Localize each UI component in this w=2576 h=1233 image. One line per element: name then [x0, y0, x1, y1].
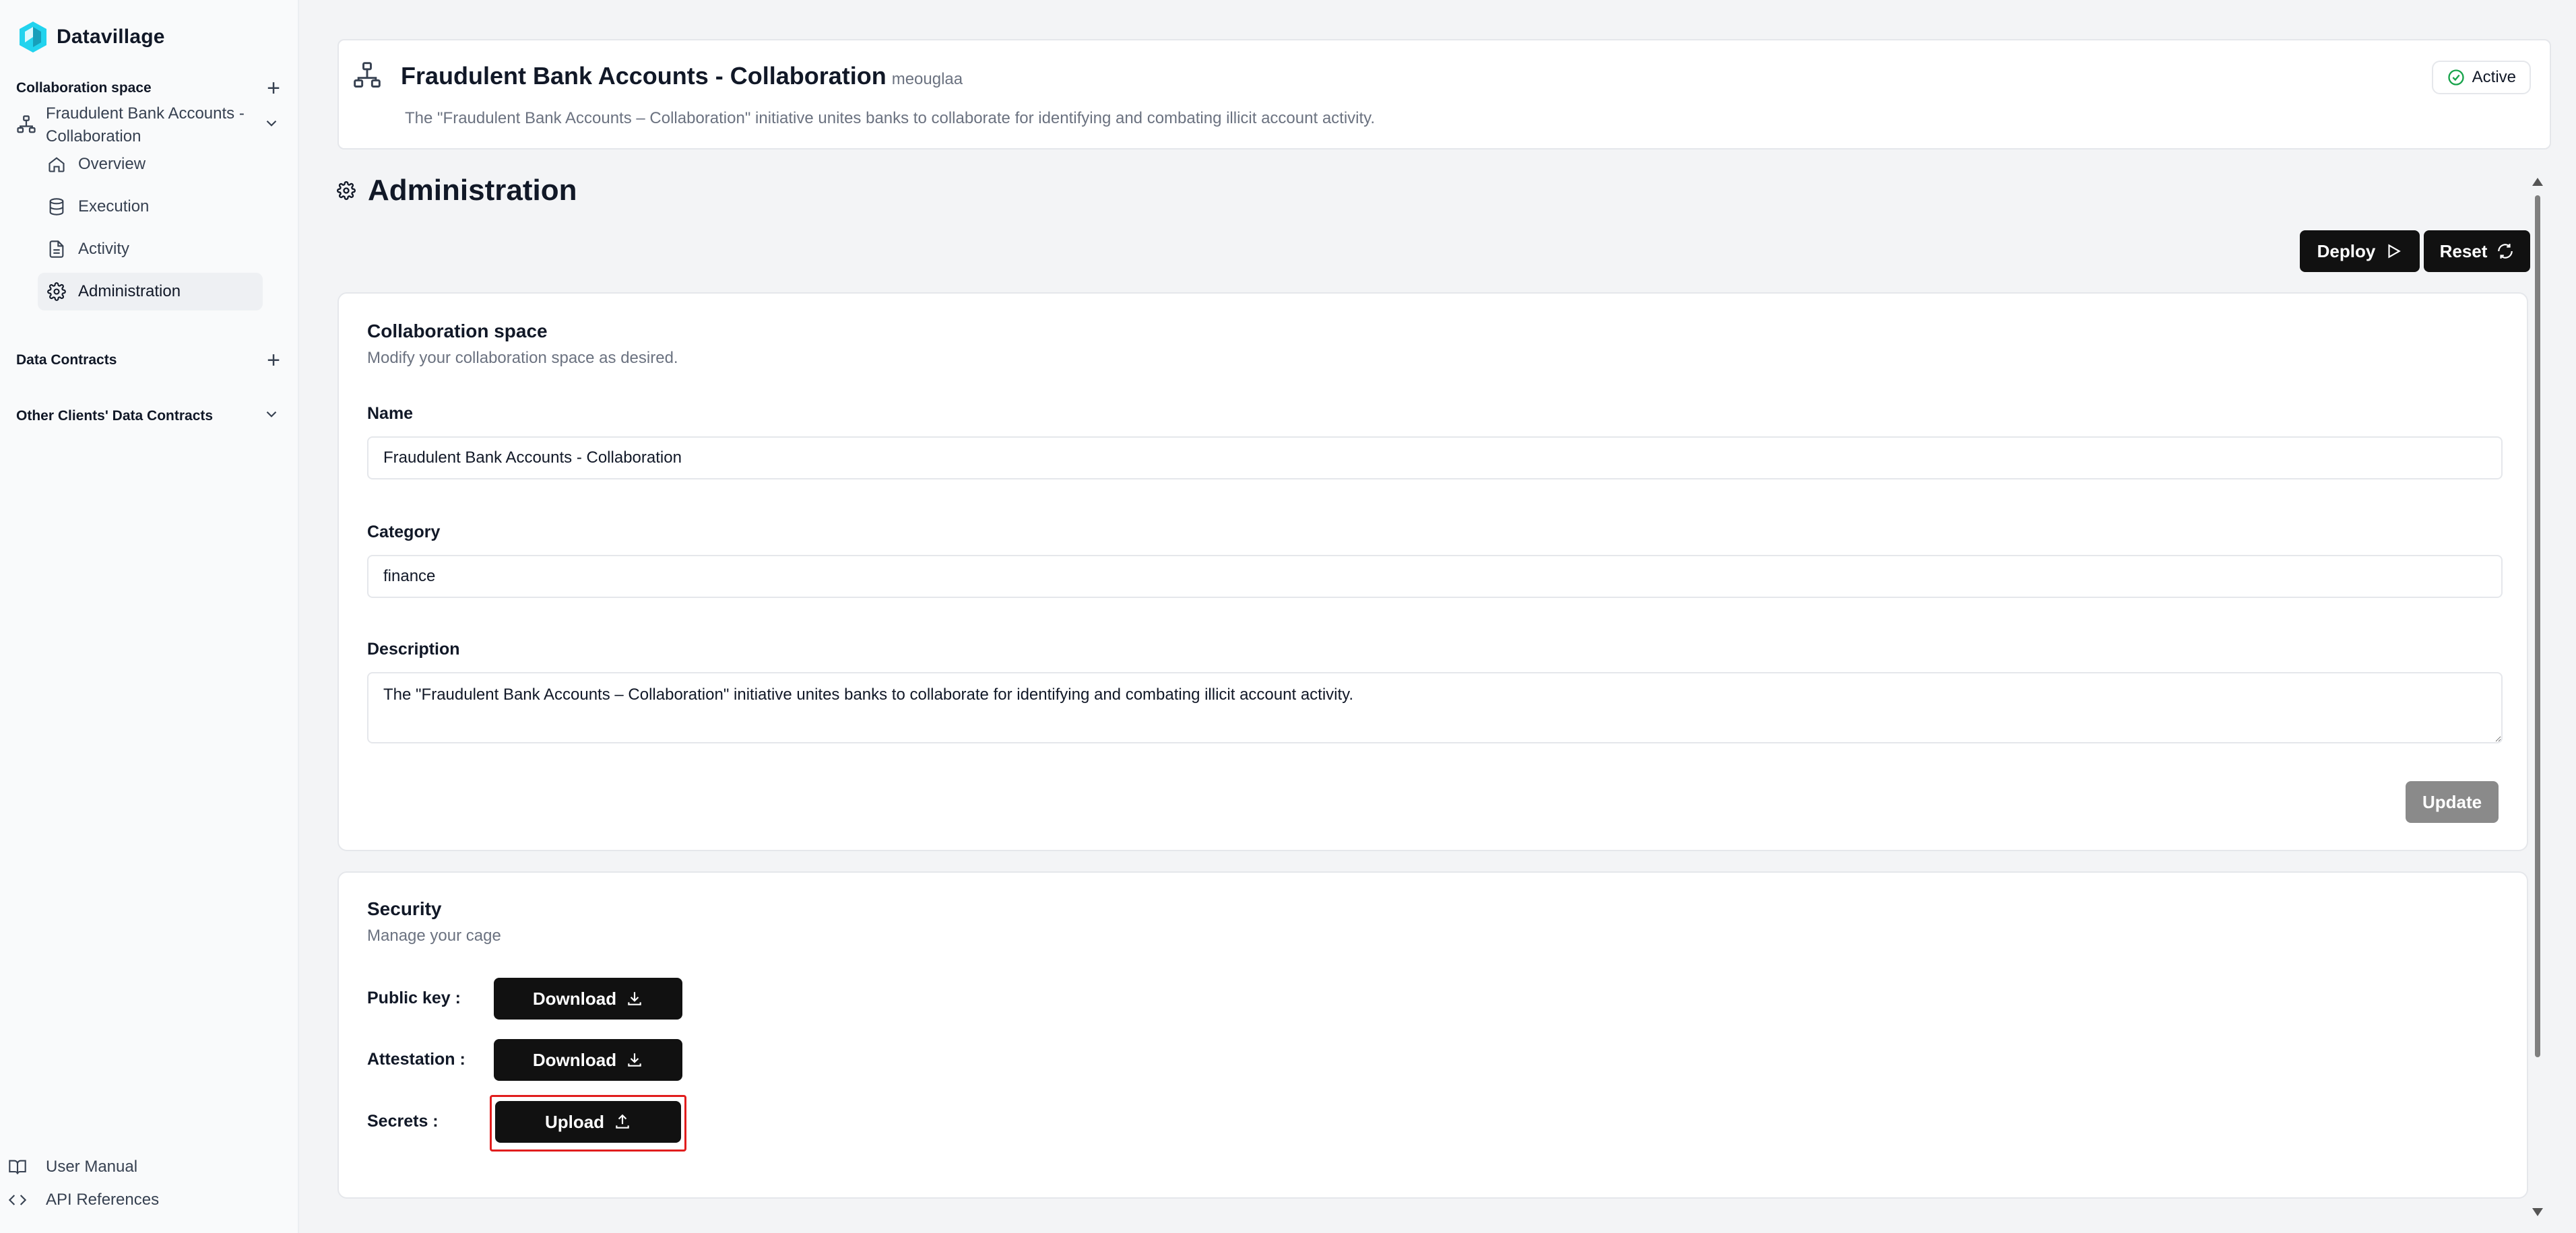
brand-name: Datavillage	[57, 26, 165, 48]
security-card-title: Security	[367, 898, 442, 919]
name-input[interactable]	[367, 436, 2503, 479]
name-label: Name	[367, 404, 414, 423]
chevron-down-icon[interactable]	[263, 102, 280, 139]
collab-section-header: Collaboration space +	[16, 77, 280, 100]
sidebar-item-activity[interactable]: Activity	[38, 230, 263, 268]
datavillage-logo-icon	[20, 22, 46, 53]
data-contracts-title: Data Contracts	[16, 352, 117, 368]
user-manual-link[interactable]: User Manual	[8, 1158, 137, 1176]
collab-settings-card: Collaboration space Modify your collabor…	[337, 292, 2528, 851]
api-references-link[interactable]: API References	[8, 1191, 159, 1209]
collab-card-title: Collaboration space	[367, 321, 548, 341]
update-button[interactable]: Update	[2406, 781, 2499, 823]
upload-icon	[616, 1114, 629, 1129]
data-contracts-header[interactable]: Data Contracts +	[16, 349, 280, 372]
api-references-label: API References	[46, 1191, 160, 1209]
sidebar-item-administration[interactable]: Administration	[38, 273, 263, 310]
other-contracts-title: Other Clients' Data Contracts	[16, 408, 214, 424]
other-contracts-header[interactable]: Other Clients' Data Contracts	[16, 405, 280, 427]
public-key-label: Public key :	[367, 989, 461, 1007]
scroll-down-icon[interactable]	[2532, 1208, 2543, 1216]
file-icon	[49, 240, 64, 258]
deploy-button[interactable]: Deploy	[2300, 230, 2420, 272]
reset-button[interactable]: Reset	[2424, 230, 2530, 272]
play-icon	[2388, 244, 2402, 259]
security-card-subtitle: Manage your cage	[367, 927, 501, 945]
security-card: Security Manage your cage Public key : D…	[337, 871, 2528, 1199]
chevron-down-icon[interactable]	[263, 405, 280, 427]
collab-description: The "Fraudulent Bank Accounts – Collabor…	[405, 109, 1376, 127]
gear-icon	[47, 282, 66, 301]
status-badge: Active	[2431, 61, 2531, 94]
description-textarea[interactable]: The "Fraudulent Bank Accounts – Collabor…	[367, 672, 2503, 743]
add-collab-icon[interactable]: +	[267, 77, 280, 100]
category-input[interactable]	[367, 555, 2503, 598]
secrets-label: Secrets :	[367, 1112, 439, 1131]
brand-logo[interactable]: Datavillage	[16, 20, 165, 54]
page-title-text: Administration	[368, 174, 577, 207]
collab-owner: meouglaa	[891, 70, 963, 88]
public-key-download-button[interactable]: Download	[494, 978, 682, 1020]
scroll-up-icon[interactable]	[2532, 178, 2543, 186]
collab-card-subtitle: Modify your collaboration space as desir…	[367, 349, 678, 367]
sidebar-item-execution[interactable]: Execution	[38, 188, 263, 226]
category-label: Category	[367, 523, 441, 541]
collab-header-card: Fraudulent Bank Accounts - Collaboration…	[337, 39, 2551, 149]
status-text: Active	[2472, 68, 2516, 86]
download-label: Download	[532, 1049, 617, 1070]
sidebar-item-overview[interactable]: Overview	[38, 145, 263, 183]
network-icon	[352, 61, 382, 94]
attestation-label: Attestation :	[367, 1050, 465, 1069]
gear-icon	[337, 181, 356, 200]
collab-item-label: Fraudulent Bank Accounts - Collaboration	[46, 104, 245, 145]
sidebar-item-label: Overview	[78, 155, 146, 173]
sidebar: Datavillage Collaboration space + Fraudu…	[0, 0, 299, 1233]
secrets-upload-button[interactable]: Upload	[495, 1101, 681, 1143]
deploy-label: Deploy	[2317, 240, 2376, 261]
upload-label: Upload	[544, 1111, 605, 1132]
check-circle-icon	[2447, 69, 2464, 86]
database-icon	[49, 198, 64, 215]
book-icon	[9, 1160, 26, 1174]
collab-title: Fraudulent Bank Accounts - Collaboration…	[401, 62, 963, 90]
code-icon	[8, 1195, 27, 1205]
attestation-download-button[interactable]: Download	[494, 1039, 682, 1081]
scrollbar-thumb[interactable]	[2535, 195, 2540, 1057]
network-icon	[16, 102, 36, 141]
sidebar-item-label: Administration	[78, 282, 181, 300]
add-contract-icon[interactable]: +	[267, 349, 280, 372]
sidebar-item-label: Activity	[78, 240, 130, 258]
reset-label: Reset	[2439, 240, 2488, 261]
download-icon	[628, 1053, 641, 1067]
home-icon	[49, 157, 65, 172]
refresh-icon	[2498, 244, 2513, 259]
page-title: Administration	[337, 174, 577, 207]
user-manual-label: User Manual	[46, 1158, 138, 1176]
sidebar-item-label: Execution	[78, 197, 150, 215]
download-icon	[628, 992, 641, 1005]
description-label: Description	[367, 640, 460, 659]
sidebar-collab-item[interactable]: Fraudulent Bank Accounts - Collaboration	[16, 102, 280, 148]
download-label: Download	[532, 988, 617, 1009]
collab-title-text: Fraudulent Bank Accounts - Collaboration	[401, 62, 887, 90]
collab-section-title: Collaboration space	[16, 80, 152, 96]
